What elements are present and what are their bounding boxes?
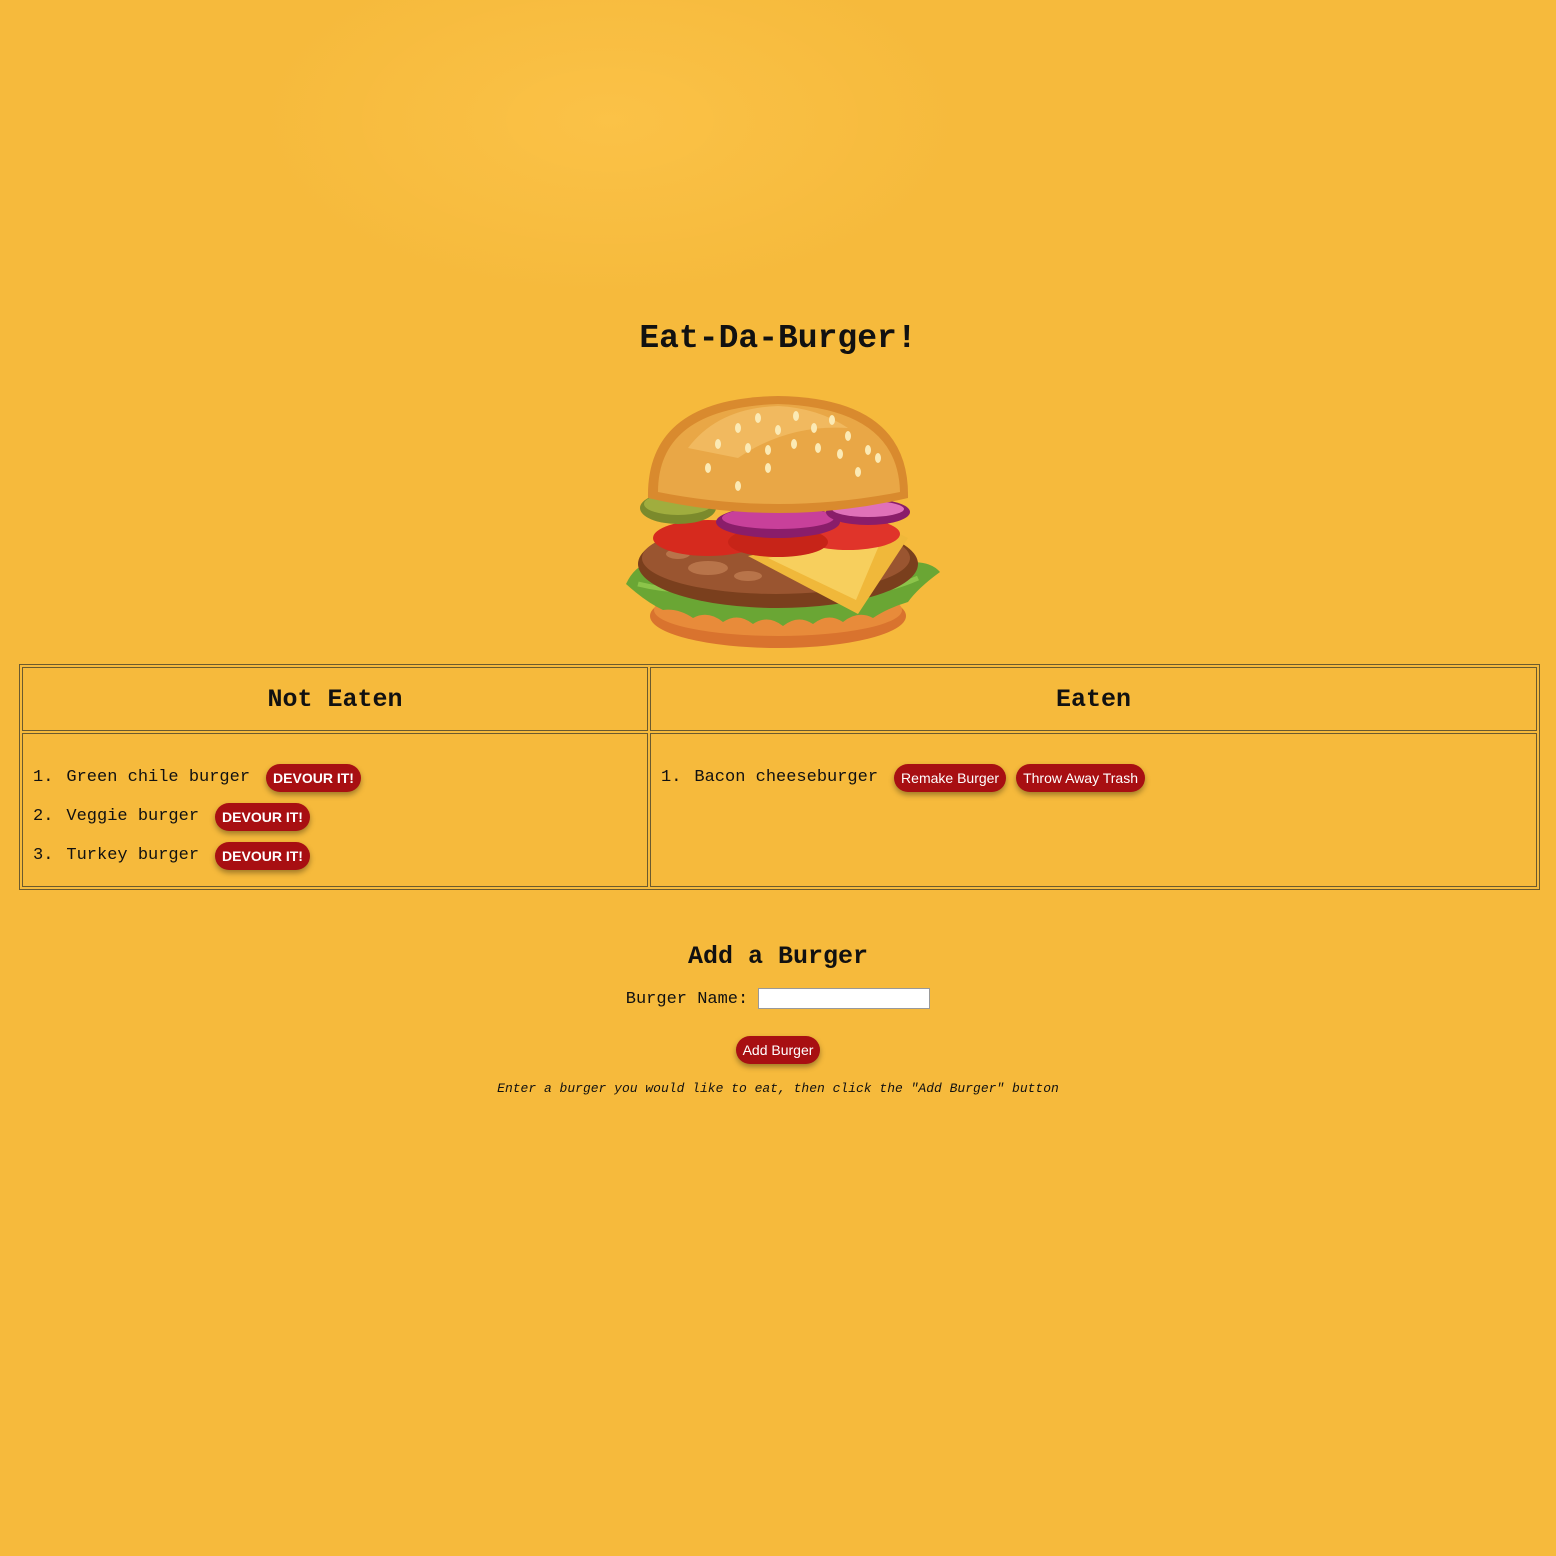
throw-away-button[interactable]: Throw Away Trash: [1016, 763, 1145, 792]
add-burger-button[interactable]: Add Burger: [735, 1036, 821, 1064]
add-burger-title: Add a Burger: [687, 942, 869, 971]
page: Eat-Da-Burger! Not Eaten Eaten 1. Green …: [0, 0, 1556, 1556]
eaten-list: 1. Bacon cheeseburger Remake Burger Throw A…: [651, 758, 1536, 797]
background-glow: [250, 0, 970, 300]
burger-name-input[interactable]: [758, 988, 931, 1009]
burger-name: Bacon cheeseburger: [694, 768, 879, 787]
item-number: 1.: [661, 768, 682, 787]
item-number: 3.: [33, 846, 54, 865]
add-burger-row: Add Burger: [0, 1036, 1556, 1064]
burger-name-label: Burger Name:: [625, 989, 749, 1009]
list-item: 3. Turkey burger DEVOUR IT!: [33, 836, 647, 875]
devour-button[interactable]: DEVOUR IT!: [215, 802, 310, 831]
not-eaten-list: 1. Green chile burger DEVOUR IT! 2. Veggie …: [23, 758, 647, 875]
item-number: 2.: [33, 807, 54, 826]
burger-name: Turkey burger: [66, 846, 200, 865]
eaten-header: Eaten: [650, 667, 1537, 731]
devour-button[interactable]: DEVOUR IT!: [215, 841, 310, 870]
eaten-cell: 1. Bacon cheeseburger Remake Burger Throw A…: [650, 733, 1537, 887]
list-item: 1. Bacon cheeseburger Remake Burger Throw A…: [661, 758, 1536, 797]
remake-burger-button[interactable]: Remake Burger: [894, 763, 1007, 792]
burger-name-row: Burger Name:: [0, 988, 1556, 1009]
devour-button[interactable]: DEVOUR IT!: [266, 763, 361, 792]
list-item: 2. Veggie burger DEVOUR IT!: [33, 797, 647, 836]
burger-name: Green chile burger: [66, 768, 251, 787]
page-title: Eat-Da-Burger!: [639, 320, 917, 357]
burgers-table: Not Eaten Eaten 1. Green chile burger DEVO…: [19, 664, 1540, 890]
burger-name: Veggie burger: [66, 807, 200, 826]
not-eaten-cell: 1. Green chile burger DEVOUR IT! 2. Veggie …: [22, 733, 648, 887]
item-number: 1.: [33, 768, 54, 787]
hamburger-illustration-icon: [626, 396, 940, 648]
not-eaten-header: Not Eaten: [22, 667, 648, 731]
list-item: 1. Green chile burger DEVOUR IT!: [33, 758, 647, 797]
add-burger-hint: Enter a burger you would like to eat, th…: [497, 1081, 1059, 1096]
